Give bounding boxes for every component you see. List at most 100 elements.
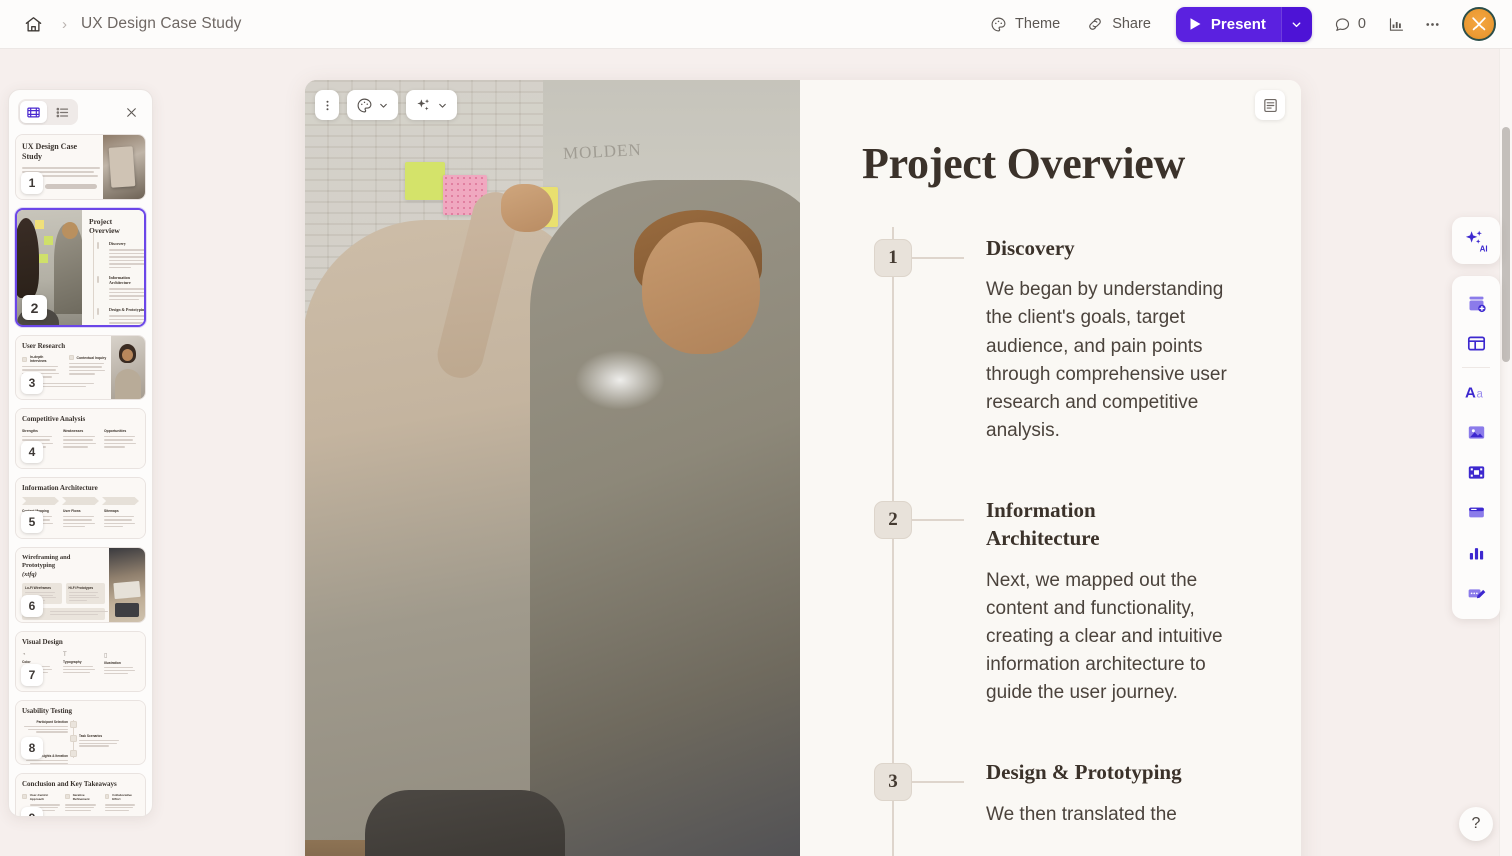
list-view-button[interactable] <box>49 101 76 123</box>
slide-thumbnail-1[interactable]: UX Design Case Study 1 <box>15 134 146 200</box>
thumb-col-label: Iterative Refinement <box>72 793 90 801</box>
slide-ai-button[interactable] <box>406 90 457 120</box>
step-heading: Discovery <box>986 236 1075 260</box>
comments-button[interactable]: 0 <box>1324 9 1376 40</box>
ai-assist-button[interactable]: AI <box>1452 217 1500 264</box>
slide-thumbnail-9[interactable]: Conclusion and Key Takeaways User-Centri… <box>15 773 146 816</box>
analytics-button[interactable] <box>1380 8 1412 40</box>
step-connector <box>912 519 964 521</box>
share-button[interactable]: Share <box>1075 8 1162 40</box>
list-view-icon <box>55 105 70 120</box>
video-button[interactable] <box>1457 453 1495 491</box>
view-mode-toggle <box>18 99 78 125</box>
comment-bubble-icon <box>1334 16 1351 33</box>
thumb-number: 8 <box>21 737 43 759</box>
speaker-notes-button[interactable] <box>1255 90 1285 120</box>
thumb-title: UX Design Case Study <box>22 142 78 161</box>
close-panel-button[interactable] <box>119 100 143 124</box>
slide-thumbnail-4[interactable]: Competitive Analysis Strengths Weaknesse… <box>15 408 146 469</box>
svg-text:AI: AI <box>1480 244 1488 253</box>
photo-scribble-text: MOLDEN <box>562 139 643 164</box>
draw-pencil-icon <box>1466 582 1487 603</box>
sparkles-icon <box>415 97 432 114</box>
filmstrip-grid-icon <box>26 105 41 120</box>
step-number-badge: 3 <box>874 763 912 802</box>
speaker-notes-icon <box>1262 97 1279 114</box>
draw-button[interactable] <box>1457 573 1495 611</box>
timeline: 1 Discovery We began by understanding th… <box>862 227 1241 856</box>
more-options-button[interactable] <box>1416 8 1448 40</box>
theme-button[interactable]: Theme <box>979 9 1071 40</box>
slide-canvas-stage: MOLDEN Project Overview 1 Discovery We b… <box>161 49 1466 856</box>
thumb-title: Information Architecture <box>22 484 98 492</box>
slide-thumbnail-2[interactable]: Project Overview Discovery Information Ar… <box>15 208 146 327</box>
home-button[interactable] <box>18 9 48 39</box>
timeline-step: 2 Information Architecture Next, we mapp… <box>862 489 1241 707</box>
insert-tool-rail: A a <box>1452 276 1500 619</box>
active-slide[interactable]: MOLDEN Project Overview 1 Discovery We b… <box>305 80 1301 856</box>
top-bar-actions: Theme Share Present 0 <box>979 6 1512 42</box>
slide-thumbnail-6[interactable]: Wireframing and Prototyping (xtfq) Lo-Fi… <box>15 547 146 623</box>
slide-title: Project Overview <box>862 139 1185 188</box>
chevron-down-icon <box>437 100 448 111</box>
page-scrollbar-track[interactable] <box>1499 49 1512 856</box>
present-button-group[interactable]: Present <box>1175 6 1312 42</box>
thumb-col-label: Weaknesses <box>63 429 84 433</box>
thumb-col-label: Opportunities <box>104 429 127 433</box>
grid-view-button[interactable] <box>20 101 47 123</box>
slide-navigator-panel: UX Design Case Study 1 Project Overview … <box>8 89 153 817</box>
present-button[interactable]: Present <box>1175 6 1281 42</box>
svg-text:A: A <box>1465 384 1476 401</box>
slide-thumbnail-8[interactable]: Usability Testing Participant Selection … <box>15 700 146 765</box>
image-button[interactable] <box>1457 413 1495 451</box>
thumb-number: 4 <box>21 441 43 463</box>
thumb-col-label: Illustration <box>104 661 121 665</box>
close-x-icon <box>125 106 138 119</box>
slide-thumbnail-3[interactable]: User Research In-depth Interviews Contex… <box>15 335 146 400</box>
thumb-col-label: User Flows <box>63 509 81 513</box>
page-scrollbar-thumb[interactable] <box>1502 127 1510 362</box>
slide-options-button[interactable] <box>315 90 339 120</box>
thumb-title: Wireframing and Prototyping <box>22 554 71 570</box>
thumb-title: Project Overview <box>89 217 120 235</box>
thumb-col-label: Collaborative Effort <box>112 793 132 801</box>
slide-thumbnail-7[interactable]: Visual Design ◔ Color T Typography ▯ Illust… <box>15 631 146 692</box>
top-bar: › UX Design Case Study Theme Share Prese… <box>0 0 1512 49</box>
text-aa-icon: A a <box>1465 382 1488 402</box>
embed-button[interactable] <box>1457 493 1495 531</box>
add-card-icon <box>1466 293 1487 314</box>
video-media-icon <box>1466 462 1487 483</box>
step-number-badge: 1 <box>874 239 912 277</box>
thumb-number: 1 <box>21 172 43 194</box>
thumb-title: Competitive Analysis <box>22 415 86 423</box>
help-button[interactable]: ? <box>1459 807 1493 841</box>
layout-button[interactable] <box>1457 324 1495 362</box>
theme-label: Theme <box>1015 16 1061 32</box>
question-mark-icon: ? <box>1471 815 1481 832</box>
thumb-title: Conclusion and Key Takeaways <box>22 780 117 788</box>
document-title[interactable]: UX Design Case Study <box>81 15 242 33</box>
slide-photo[interactable]: MOLDEN <box>305 80 800 856</box>
user-avatar[interactable] <box>1462 7 1496 41</box>
home-icon <box>24 15 43 34</box>
step-body: We then translated the <box>986 803 1177 825</box>
present-dropdown-button[interactable] <box>1280 6 1312 42</box>
breadcrumb: › UX Design Case Study <box>0 9 242 39</box>
thumb-number: 3 <box>21 372 43 394</box>
thumb-number: 7 <box>21 664 43 686</box>
thumb-number: 5 <box>21 511 43 533</box>
image-picture-icon <box>1466 422 1487 443</box>
step-connector <box>912 257 964 259</box>
palette-icon <box>990 16 1007 33</box>
text-button[interactable]: A a <box>1457 373 1495 411</box>
slide-theme-button[interactable] <box>347 90 398 120</box>
bar-chart-icon <box>1388 16 1405 33</box>
chart-button[interactable] <box>1457 533 1495 571</box>
comment-count: 0 <box>1357 16 1366 32</box>
ellipsis-icon <box>1423 15 1442 34</box>
play-icon <box>1189 17 1202 31</box>
thumb-col-label: User-Centric Approach <box>29 793 49 801</box>
slide-thumbnail-5[interactable]: Information Architecture Content Mapping… <box>15 477 146 539</box>
add-slide-button[interactable] <box>1457 284 1495 322</box>
slide-thumbnail-list[interactable]: UX Design Case Study 1 Project Overview … <box>9 134 152 816</box>
